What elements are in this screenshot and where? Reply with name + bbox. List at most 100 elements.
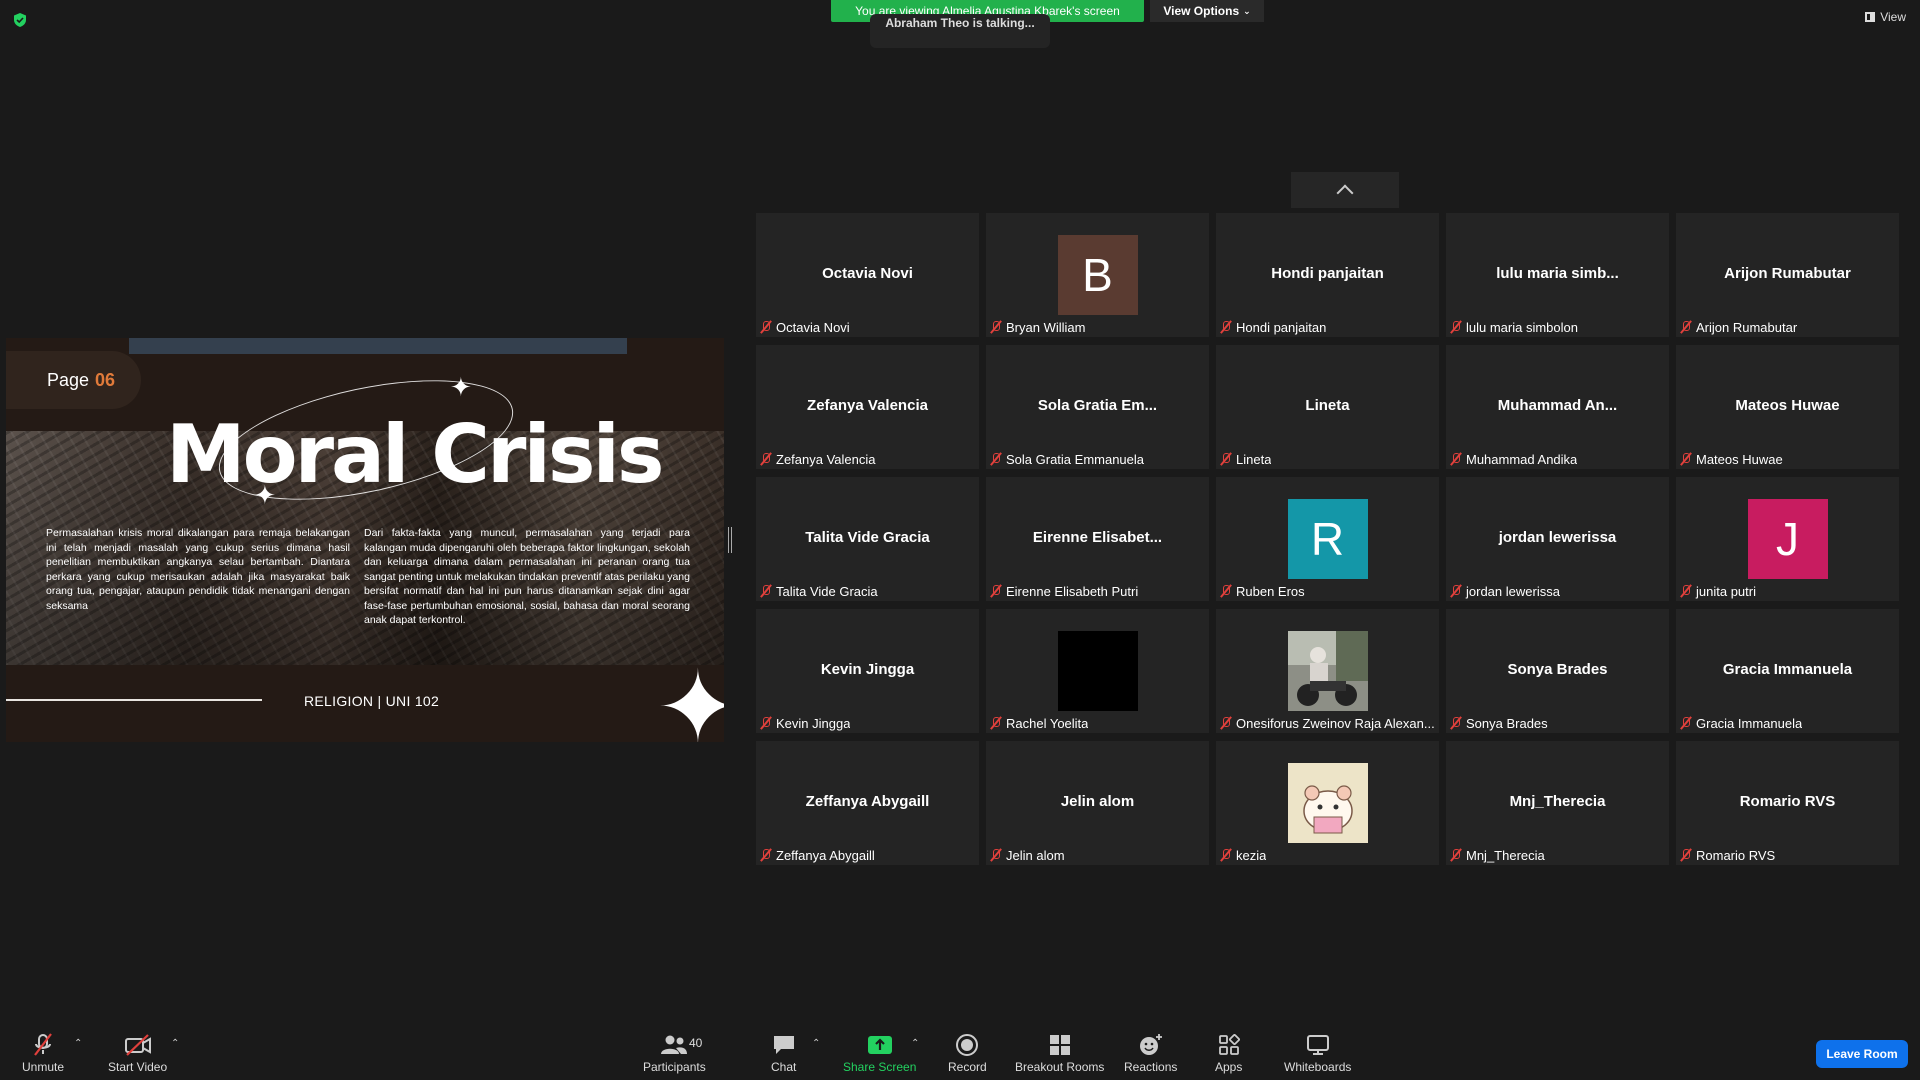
participant-tile[interactable]: Octavia Novi Octavia Novi xyxy=(756,213,979,337)
participant-tile[interactable]: lulu maria simb... lulu maria simbolon xyxy=(1446,213,1669,337)
large-sparkle-icon: ✦ xyxy=(656,652,724,742)
unmute-button[interactable]: Unmute xyxy=(22,1032,64,1074)
participant-name: Hondi panjaitan xyxy=(1236,319,1327,335)
reactions-button[interactable]: Reactions xyxy=(1124,1032,1177,1074)
participant-name: Lineta xyxy=(1236,451,1272,467)
audio-options-caret[interactable]: ⌃ xyxy=(74,1038,82,1049)
participants-icon xyxy=(659,1032,689,1058)
participant-tile[interactable]: Eirenne Elisabet... Eirenne Elisabeth Put… xyxy=(986,477,1209,601)
leave-room-button[interactable]: Leave Room xyxy=(1816,1040,1908,1068)
participant-display-name: Jelin alom xyxy=(1060,792,1135,810)
muted-mic-icon xyxy=(1450,716,1462,730)
chat-options-caret[interactable]: ⌃ xyxy=(812,1038,820,1049)
participant-tile[interactable]: Muhammad An... Muhammad Andika xyxy=(1446,345,1669,469)
start-video-button[interactable]: Start Video xyxy=(108,1032,167,1074)
reactions-smiley-icon xyxy=(1138,1032,1164,1058)
muted-mic-icon xyxy=(990,716,1002,730)
participant-tile[interactable]: R Ruben Eros xyxy=(1216,477,1439,601)
share-options-caret[interactable]: ⌃ xyxy=(911,1038,919,1049)
participant-name: Mnj_Therecia xyxy=(1466,847,1545,863)
participant-nameplate: Sonya Brades xyxy=(1450,714,1548,732)
participant-tile[interactable]: Gracia Immanuela Gracia Immanuela xyxy=(1676,609,1899,733)
participant-tile[interactable]: Rachel Yoelita xyxy=(986,609,1209,733)
participant-tile[interactable]: Onesiforus Zweinov Raja Alexan... xyxy=(1216,609,1439,733)
muted-mic-icon xyxy=(1680,320,1692,334)
view-button[interactable]: View xyxy=(1865,10,1906,24)
participant-display-name: lulu maria simb... xyxy=(1496,264,1619,282)
record-icon xyxy=(955,1032,979,1058)
participant-name: Eirenne Elisabeth Putri xyxy=(1006,583,1139,599)
video-off-icon xyxy=(124,1032,152,1058)
record-button[interactable]: Record xyxy=(948,1032,987,1074)
participant-tile[interactable]: Jelin alom Jelin alom xyxy=(986,741,1209,865)
participant-nameplate: kezia xyxy=(1220,846,1266,864)
participant-tile[interactable]: Sonya Brades Sonya Brades xyxy=(1446,609,1669,733)
whiteboards-button[interactable]: Whiteboards xyxy=(1284,1032,1351,1074)
participant-name: lulu maria simbolon xyxy=(1466,319,1578,335)
muted-mic-icon xyxy=(990,848,1002,862)
slide-paragraph-2: Dari fakta-fakta yang muncul, permasalah… xyxy=(364,527,690,626)
apps-button[interactable]: Apps xyxy=(1215,1032,1242,1074)
muted-mic-icon xyxy=(1680,452,1692,466)
participant-display-name: Talita Vide Gracia xyxy=(805,528,930,546)
participant-profile-photo xyxy=(1287,631,1368,711)
participant-tile[interactable]: Jjunita putri xyxy=(1676,477,1899,601)
chevron-up-icon xyxy=(1336,184,1354,202)
participant-nameplate: Rachel Yoelita xyxy=(990,714,1088,732)
muted-mic-icon xyxy=(760,320,772,334)
participant-tile[interactable]: B Bryan William xyxy=(986,213,1209,337)
muted-mic-icon xyxy=(760,848,772,862)
slide-paragraph-1: Permasalahan krisis moral dikalangan par… xyxy=(46,527,350,612)
view-label: View xyxy=(1880,10,1906,24)
participant-nameplate: Hondi panjaitan xyxy=(1220,318,1326,336)
meeting-toolbar: Unmute ⌃ Start Video ⌃ Participants 40 C… xyxy=(0,1022,1920,1080)
participant-nameplate: Talita Vide Gracia xyxy=(760,582,878,600)
participant-nameplate: jordan lewerissa xyxy=(1450,582,1560,600)
gallery-page-up-button[interactable] xyxy=(1291,172,1399,208)
participant-display-name: Eirenne Elisabet... xyxy=(1032,528,1163,546)
participant-tile[interactable]: kezia xyxy=(1216,741,1439,865)
participant-tile[interactable]: Kevin Jingga Kevin Jingga xyxy=(756,609,979,733)
breakout-rooms-button[interactable]: Breakout Rooms xyxy=(1015,1032,1104,1074)
slide-page-label: Page 06 xyxy=(6,351,141,409)
video-options-caret[interactable]: ⌃ xyxy=(171,1038,179,1049)
slide-footer-line xyxy=(6,699,262,701)
participant-tile[interactable]: Mnj_Therecia Mnj_Therecia xyxy=(1446,741,1669,865)
shared-screen: Page 06 ✦ ✦ Moral Crisis Permasalahan kri… xyxy=(6,338,724,742)
participant-display-name: Octavia Novi xyxy=(822,264,913,282)
participant-tile[interactable]: Talita Vide Gracia Talita Vide Gracia xyxy=(756,477,979,601)
participant-nameplate: Jelin alom xyxy=(990,846,1065,864)
participant-display-name: Mateos Huwae xyxy=(1735,396,1840,414)
participant-tile[interactable]: jordan lewerissa jordan lewerissa xyxy=(1446,477,1669,601)
chat-icon xyxy=(772,1032,796,1058)
participant-nameplate: Octavia Novi xyxy=(760,318,850,336)
muted-mic-icon xyxy=(990,452,1002,466)
muted-mic-icon xyxy=(1450,452,1462,466)
muted-mic-icon xyxy=(1680,716,1692,730)
participant-tile[interactable]: Sola Gratia Em... Sola Gratia Emmanuela xyxy=(986,345,1209,469)
participant-avatar xyxy=(1057,631,1138,711)
participant-nameplate: Onesiforus Zweinov Raja Alexan... xyxy=(1220,714,1435,732)
participant-name: Jelin alom xyxy=(1006,847,1065,863)
participant-display-name: Mnj_Therecia xyxy=(1509,792,1606,810)
chat-button[interactable]: Chat xyxy=(771,1032,796,1074)
participant-tile[interactable]: Hondi panjaitan Hondi panjaitan xyxy=(1216,213,1439,337)
participant-name: Zeffanya Abygaill xyxy=(776,847,875,863)
participant-display-name: Gracia Immanuela xyxy=(1722,660,1853,678)
participant-name: Mateos Huwae xyxy=(1696,451,1783,467)
participant-tile[interactable]: Lineta Lineta xyxy=(1216,345,1439,469)
participant-tile[interactable]: Zeffanya Abygaill Zeffanya Abygaill xyxy=(756,741,979,865)
split-view-resize-handle[interactable] xyxy=(728,527,732,553)
security-shield-icon[interactable] xyxy=(12,12,28,28)
participant-nameplate: junita putri xyxy=(1680,582,1756,600)
participant-tile[interactable]: Zefanya Valencia Zefanya Valencia xyxy=(756,345,979,469)
participant-name: Kevin Jingga xyxy=(776,715,851,731)
share-screen-button[interactable]: Share Screen xyxy=(843,1032,916,1074)
participant-tile[interactable]: Mateos Huwae Mateos Huwae xyxy=(1676,345,1899,469)
slide-footer-text: RELIGION | UNI 102 xyxy=(304,693,440,709)
participant-display-name: Sola Gratia Em... xyxy=(1037,396,1158,414)
view-options-button[interactable]: View Options ⌄ xyxy=(1150,0,1264,22)
participant-tile[interactable]: Romario RVS Romario RVS xyxy=(1676,741,1899,865)
muted-mic-icon xyxy=(1450,320,1462,334)
participant-tile[interactable]: Arijon Rumabutar Arijon Rumabutar xyxy=(1676,213,1899,337)
